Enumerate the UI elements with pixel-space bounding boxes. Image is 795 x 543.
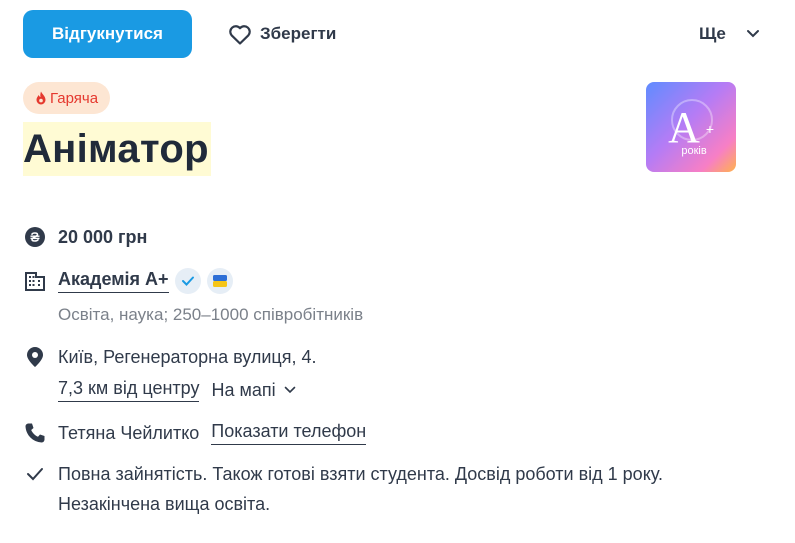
check-icon xyxy=(181,276,194,286)
toolbar: Відгукнутися Зберегти Ще xyxy=(23,10,773,58)
more-label: Ще xyxy=(699,24,726,43)
phone-icon xyxy=(23,421,47,445)
salary-row: 20 000 грн xyxy=(23,225,147,249)
requirements-row: Повна зайнятість. Також готові взяти сту… xyxy=(23,462,663,486)
save-button[interactable]: Зберегти xyxy=(228,20,336,48)
ukraine-flag-badge[interactable] xyxy=(206,268,233,294)
heart-icon xyxy=(228,23,252,45)
verified-badge[interactable] xyxy=(174,268,201,294)
hryvnia-icon xyxy=(23,225,47,249)
page-title: Аніматор xyxy=(23,127,209,171)
contact-row: Тетяна Чейлитко Показати телефон xyxy=(23,419,367,447)
ukraine-flag-icon xyxy=(212,275,227,287)
requirements-line-2: Незакінчена вища освіта. xyxy=(58,494,271,514)
chevron-down-icon xyxy=(284,386,295,394)
company-row: Академія A+ xyxy=(23,266,233,296)
apply-button[interactable]: Відгукнутися xyxy=(23,10,192,58)
address-text: Київ, Регенераторна вулиця, 4. xyxy=(58,346,317,367)
company-logo[interactable]: A + років xyxy=(646,82,736,172)
title-highlight: Аніматор xyxy=(23,122,211,176)
check-icon xyxy=(23,462,47,486)
company-name-link[interactable]: Академія A+ xyxy=(58,269,169,293)
location-pin-icon xyxy=(23,345,47,369)
requirements-line-1: Повна зайнятість. Також готові взяти сту… xyxy=(58,463,663,484)
fire-icon xyxy=(35,91,47,105)
hot-badge: Гаряча xyxy=(23,82,111,114)
distance-row: 7,3 км від центру На мапі xyxy=(58,376,296,404)
building-icon xyxy=(23,269,47,293)
map-toggle[interactable]: На мапі xyxy=(211,380,295,401)
logo-plus: + xyxy=(706,121,714,137)
address-row: Київ, Регенераторна вулиця, 4. xyxy=(23,345,317,369)
company-details: Освіта, наука; 250–1000 співробітників xyxy=(58,305,364,324)
salary-value: 20 000 грн xyxy=(58,226,148,247)
map-label: На мапі xyxy=(211,379,276,400)
logo-caption: років xyxy=(681,145,706,157)
hot-badge-label: Гаряча xyxy=(50,89,99,107)
contact-name: Тетяна Чейлитко xyxy=(58,422,200,443)
more-dropdown[interactable]: Ще xyxy=(699,20,760,48)
save-label: Зберегти xyxy=(260,24,337,43)
chevron-down-icon xyxy=(746,29,760,39)
distance-link[interactable]: 7,3 км від центру xyxy=(58,378,200,402)
show-phone-link[interactable]: Показати телефон xyxy=(211,421,367,445)
